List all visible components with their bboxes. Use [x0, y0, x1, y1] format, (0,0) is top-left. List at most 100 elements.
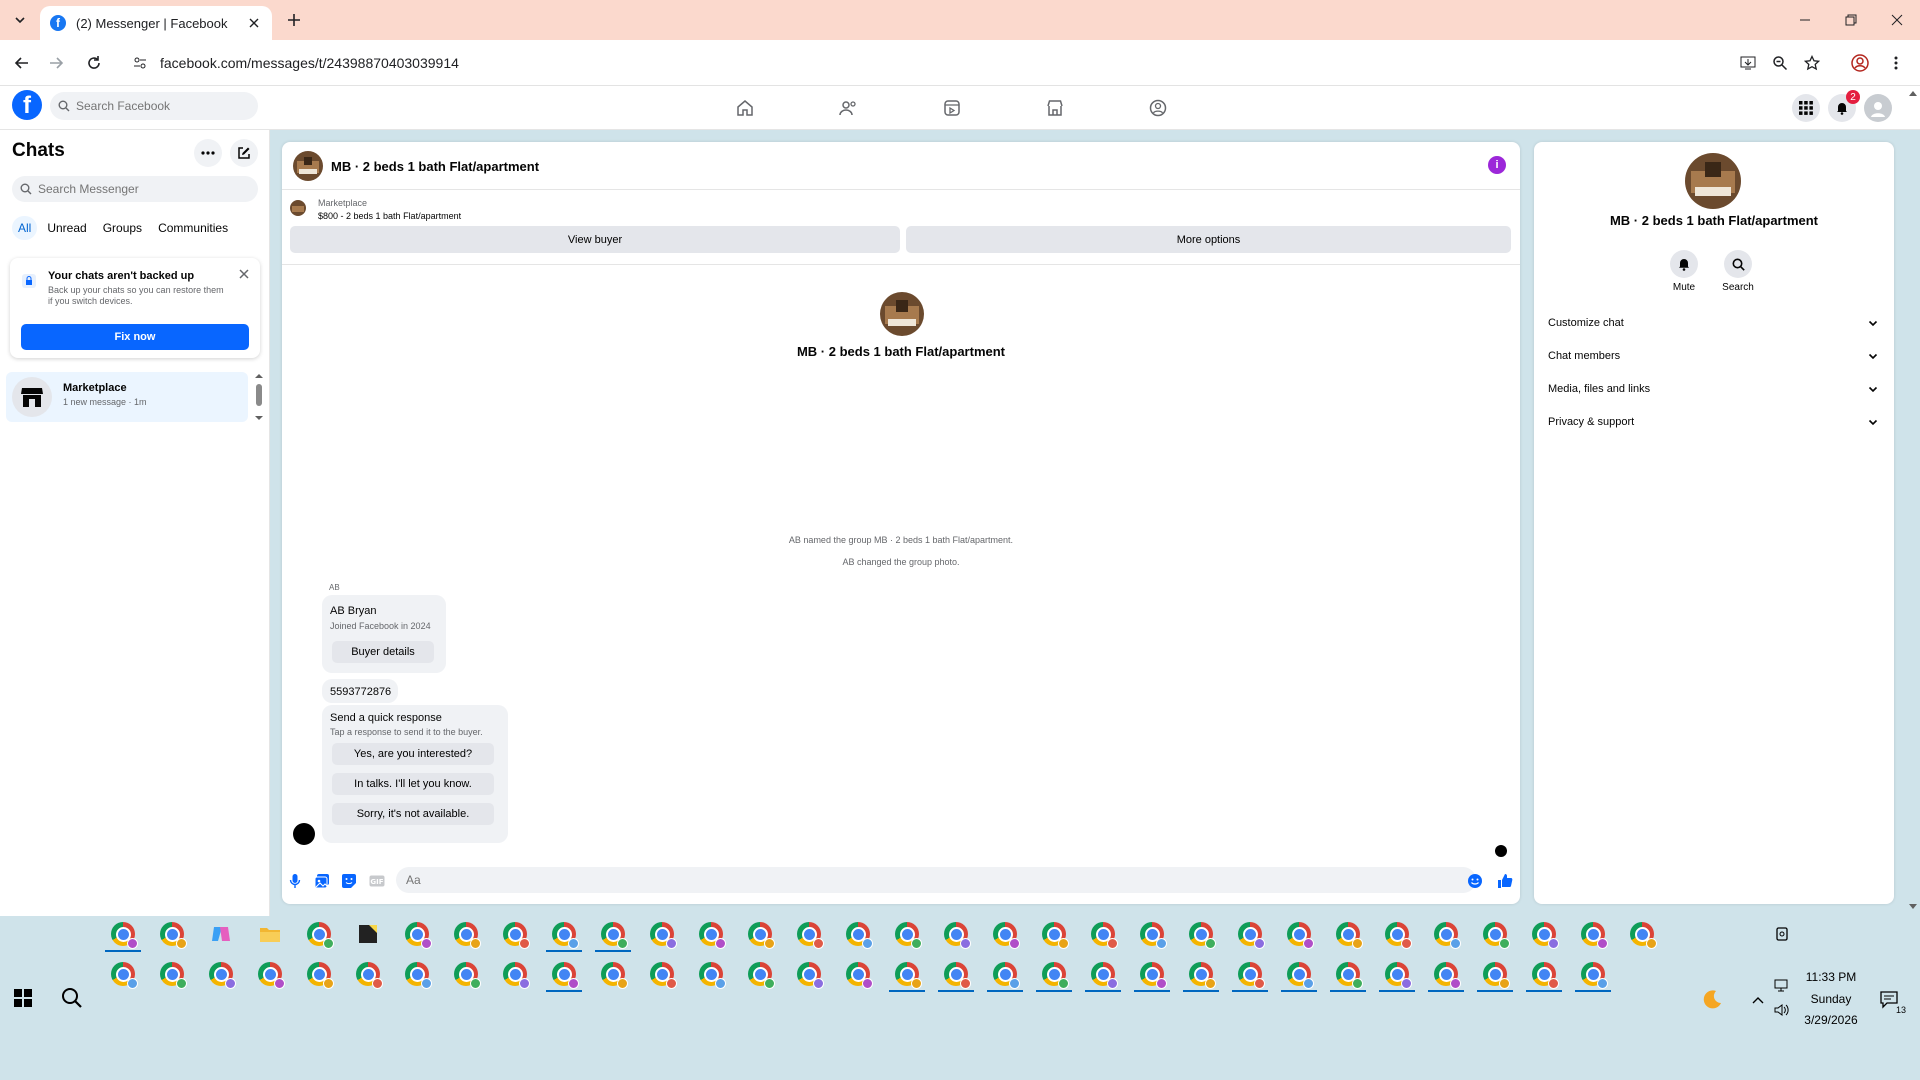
gif-icon[interactable]: GIF — [368, 872, 386, 890]
taskbar-chrome-icon[interactable] — [103, 956, 143, 992]
notifications-bell-icon[interactable]: 2 — [1828, 90, 1860, 122]
section-chat-members[interactable]: Chat members — [1544, 344, 1884, 368]
taskbar-chrome-icon[interactable] — [1426, 916, 1466, 952]
file-explorer-icon[interactable] — [250, 916, 290, 952]
clock-date[interactable]: 3/29/2026 — [1786, 1013, 1876, 1027]
taskbar-chrome-icon[interactable] — [1181, 956, 1221, 992]
taskbar-chrome-icon[interactable] — [1083, 956, 1123, 992]
search-action[interactable]: Search — [1718, 250, 1758, 293]
taskbar-chrome-icon[interactable] — [1230, 916, 1270, 952]
section-customize-chat[interactable]: Customize chat — [1544, 311, 1884, 335]
page-scrollbar[interactable] — [1906, 86, 1920, 916]
filter-all[interactable]: All — [12, 216, 38, 240]
taskbar-chrome-icon[interactable] — [1426, 956, 1466, 992]
taskbar-chrome-icon[interactable] — [1622, 916, 1662, 952]
messenger-search-input[interactable] — [38, 182, 238, 196]
phone-number[interactable]: 5593772876 — [330, 686, 391, 698]
clock-time[interactable]: 11:33 PM — [1786, 970, 1876, 984]
window-close-icon[interactable] — [1874, 0, 1920, 40]
taskbar-chrome-icon[interactable] — [1132, 956, 1172, 992]
mute-action[interactable]: Mute — [1664, 250, 1704, 293]
view-buyer-button[interactable]: View buyer — [290, 226, 900, 253]
taskbar-chrome-icon[interactable] — [1475, 956, 1515, 992]
bell-icon[interactable] — [1670, 250, 1698, 278]
taskbar-chrome-icon[interactable] — [593, 956, 633, 992]
quick-response-interested[interactable]: Yes, are you interested? — [332, 743, 494, 765]
taskbar-search-icon[interactable] — [52, 980, 92, 1016]
taskbar-chrome-icon[interactable] — [838, 916, 878, 952]
taskbar-chrome-icon[interactable] — [691, 916, 731, 952]
taskbar-chrome-icon[interactable] — [1230, 956, 1270, 992]
taskbar-chrome-icon[interactable] — [103, 916, 143, 952]
quick-response-not-available[interactable]: Sorry, it's not available. — [332, 803, 494, 825]
new-tab-plus-icon[interactable] — [282, 8, 306, 32]
taskbar-chrome-icon[interactable] — [838, 956, 878, 992]
taskbar-chrome-icon[interactable] — [299, 916, 339, 952]
emoji-icon[interactable] — [1466, 872, 1484, 890]
taskbar-chrome-icon[interactable] — [544, 916, 584, 952]
address-bar[interactable]: facebook.com/messages/t/2439887040303991… — [120, 47, 1800, 79]
window-minimize-icon[interactable] — [1782, 0, 1828, 40]
close-icon[interactable] — [236, 266, 252, 282]
account-avatar[interactable] — [1864, 94, 1892, 122]
taskbar-chrome-icon[interactable] — [887, 916, 927, 952]
message-text-input[interactable] — [406, 873, 1406, 887]
filter-groups[interactable]: Groups — [97, 216, 148, 240]
taskbar-chrome-icon[interactable] — [1132, 916, 1172, 952]
search-icon[interactable] — [1724, 250, 1752, 278]
sticker-icon[interactable] — [340, 872, 358, 890]
taskbar-chrome-icon[interactable] — [495, 956, 535, 992]
forward-arrow-icon[interactable] — [44, 51, 68, 75]
taskbar-chrome-icon[interactable] — [1573, 956, 1613, 992]
taskbar-chrome-icon[interactable] — [1328, 956, 1368, 992]
section-privacy-support[interactable]: Privacy & support — [1544, 410, 1884, 434]
taskbar-chrome-icon[interactable] — [1279, 956, 1319, 992]
bookmark-star-icon[interactable] — [1800, 51, 1824, 75]
taskbar-chrome-icon[interactable] — [1328, 916, 1368, 952]
taskbar-chrome-icon[interactable] — [936, 916, 976, 952]
microphone-icon[interactable] — [286, 872, 304, 890]
taskbar-chrome-icon[interactable] — [936, 956, 976, 992]
group-photo[interactable] — [880, 292, 924, 336]
taskbar-chrome-icon[interactable] — [397, 956, 437, 992]
fix-now-button[interactable]: Fix now — [21, 324, 249, 350]
back-arrow-icon[interactable] — [10, 51, 34, 75]
taskbar-chrome-icon[interactable] — [397, 916, 437, 952]
taskbar-chrome-icon[interactable] — [1279, 916, 1319, 952]
info-icon[interactable]: i — [1488, 156, 1506, 174]
windows-start-icon[interactable] — [3, 980, 43, 1016]
taskbar-chrome-icon[interactable] — [1181, 916, 1221, 952]
zoom-icon[interactable] — [1768, 51, 1792, 75]
tab-search-chevron-icon[interactable] — [8, 8, 32, 32]
copilot-icon[interactable] — [201, 916, 241, 952]
taskbar-chrome-icon[interactable] — [985, 916, 1025, 952]
reload-icon[interactable] — [82, 51, 106, 75]
taskbar-chrome-icon[interactable] — [887, 956, 927, 992]
group-avatar[interactable] — [293, 151, 323, 181]
video-icon[interactable] — [940, 96, 964, 120]
conversation-title[interactable]: MB · 2 beds 1 bath Flat/apartment — [331, 159, 539, 174]
buyer-details-button[interactable]: Buyer details — [332, 641, 434, 663]
chat-options-more-icon[interactable] — [194, 139, 222, 167]
taskbar-chrome-icon[interactable] — [1377, 956, 1417, 992]
taskbar-chrome-icon[interactable] — [446, 916, 486, 952]
section-media-files-links[interactable]: Media, files and links — [1544, 377, 1884, 401]
taskbar-chrome-icon[interactable] — [1524, 956, 1564, 992]
device-icon[interactable] — [1762, 916, 1802, 952]
taskbar-chrome-icon[interactable] — [1034, 916, 1074, 952]
weather-moon-icon[interactable] — [1692, 982, 1732, 1018]
listing-title[interactable]: $800 - 2 beds 1 bath Flat/apartment — [318, 211, 461, 221]
taskbar-chrome-icon[interactable] — [1524, 916, 1564, 952]
filter-communities[interactable]: Communities — [152, 216, 234, 240]
more-options-button[interactable]: More options — [906, 226, 1511, 253]
sender-avatar[interactable] — [293, 823, 315, 845]
browser-menu-icon[interactable] — [1884, 51, 1908, 75]
home-icon[interactable] — [733, 96, 757, 120]
taskbar-chrome-icon[interactable] — [1475, 916, 1515, 952]
thumbs-up-icon[interactable] — [1496, 872, 1514, 890]
taskbar-chrome-icon[interactable] — [642, 956, 682, 992]
site-info-icon[interactable] — [128, 51, 152, 75]
friends-icon[interactable] — [836, 96, 860, 120]
taskbar-chrome-icon[interactable] — [201, 956, 241, 992]
marketplace-icon[interactable] — [1043, 96, 1067, 120]
